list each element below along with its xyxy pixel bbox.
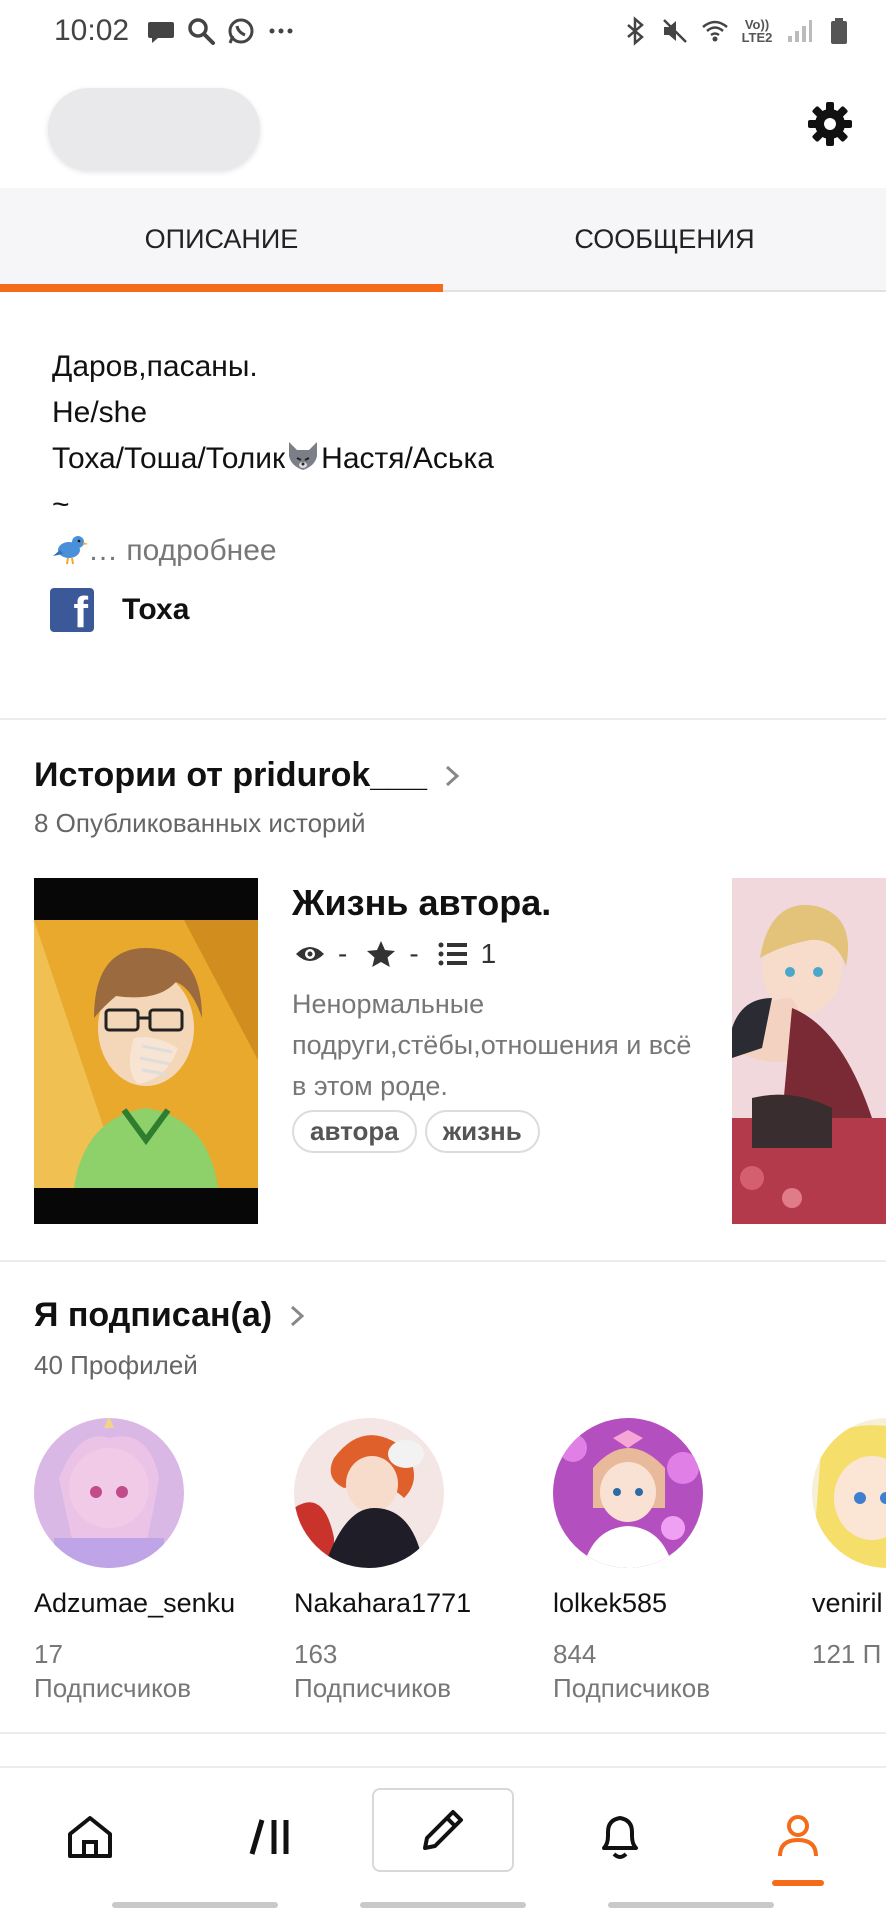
status-bar: 10:02 Vo)) LTE2 [0,0,886,70]
bell-icon [602,1816,638,1859]
description-line: He/she [52,396,148,429]
profile-card[interactable]: lolkek585 844 Подписчиков [553,1418,773,1705]
facebook-name: Тоха [122,593,190,626]
tab-messages[interactable]: СООБЩЕНИЯ [443,188,886,290]
status-icons-right: Vo)) LTE2 [620,16,854,46]
description-more-row[interactable]: … подробнее [52,528,852,574]
profile-tabs: ОПИСАНИЕ СООБЩЕНИЯ [0,188,886,292]
profile-followers-count: 121 П [812,1639,882,1669]
following-title: Я подписан(а) [34,1296,273,1334]
profile-icon [778,1815,818,1857]
description-line: Тоха/Тоша/Толик Настя/Аська [52,436,852,482]
story-rating-value: - [409,938,419,969]
profile-name[interactable]: Nakahara1771 [294,1588,514,1619]
chevron-right-icon [445,765,460,786]
avatar[interactable] [294,1418,444,1568]
stories-title: Истории от pridurok___ [34,756,427,794]
following-subtitle: 40 Профилей [34,1350,198,1380]
gesture-bar [112,1902,278,1908]
profile-card[interactable]: veniril 121 П [812,1418,886,1671]
network-label: Vo)) LTE2 [741,17,773,45]
gesture-bar [608,1902,774,1908]
nav-home[interactable] [60,1806,120,1866]
profile-followers-count: 17 [34,1639,63,1669]
story-tag[interactable]: автора [292,1110,417,1153]
story-chapters-value: 1 [480,938,497,969]
wifi-icon [700,16,730,46]
description-line: Даров,пасаны. [52,350,258,383]
library-icon [249,1819,289,1855]
description-line: ~ [52,488,70,521]
gear-icon [808,102,852,146]
divider [0,1260,886,1262]
story-title[interactable]: Жизнь автора. [292,882,551,924]
battery-icon [824,16,854,46]
gesture-bar [360,1902,526,1908]
description-text: Тоха/Тоша/Толик [52,442,286,475]
profile-followers-label: Подписчиков [294,1673,452,1703]
profile-name[interactable]: Adzumae_senku [34,1588,254,1619]
signal-icon [784,16,814,46]
description-text: Настя/Аська [321,442,494,475]
profile-name[interactable]: veniril [812,1588,886,1619]
profile-followers-label: Подписчиков [34,1673,192,1703]
facebook-icon: f [50,588,94,632]
read-more-link[interactable]: … подробнее [88,534,277,567]
stories-subtitle: 8 Опубликованных историй [34,808,366,838]
home-icon [68,1816,112,1858]
profile-name-pill[interactable] [48,88,260,170]
status-icons-left [146,16,296,46]
pencil-icon [423,1810,463,1850]
avatar[interactable] [553,1418,703,1568]
story-description: Ненормальные подруги,стёбы,отношения и в… [292,989,692,1101]
profile-card[interactable]: Nakahara1771 163 Подписчиков [294,1418,514,1705]
star-icon [367,941,396,967]
tab-description[interactable]: ОПИСАНИЕ [0,188,443,292]
story-tags: автора жизнь [292,1110,540,1153]
nav-notifications[interactable] [590,1806,650,1866]
story-views: - [294,938,347,970]
facebook-link[interactable]: f Тоха [50,588,189,632]
divider [0,718,886,720]
list-icon [438,942,467,966]
mute-icon [660,16,690,46]
profile-description: Даров,пасаны. He/she Тоха/Тоша/Толик Наст… [52,344,852,574]
search-icon [186,16,216,46]
stories-header[interactable]: Истории от pridurok___ [34,756,463,795]
eye-icon [296,947,324,961]
bottom-navigation [0,1766,886,1920]
avatar[interactable] [812,1418,886,1568]
wolf-emoji-icon [289,442,318,470]
profile-header [0,70,886,188]
status-time: 10:02 [54,14,130,47]
more-icon [266,16,296,46]
story-rating: - [365,938,419,970]
story-cover-image[interactable] [34,878,258,1224]
story-cover-image-2[interactable] [732,878,886,1224]
bird-emoji-icon [53,536,88,565]
profile-followers-label: Подписчиков [553,1673,711,1703]
nav-profile[interactable] [768,1806,828,1866]
divider [0,1732,886,1734]
profile-followers-count: 844 [553,1639,597,1669]
chevron-right-icon [291,1305,305,1326]
nav-write-button[interactable] [372,1788,514,1872]
avatar[interactable] [34,1418,184,1568]
nav-active-indicator [772,1880,824,1886]
story-tag[interactable]: жизнь [424,1110,540,1153]
story-chapters: 1 [437,938,497,970]
message-icon [146,16,176,46]
story-meta: - - 1 [294,938,496,970]
whatsapp-icon [226,16,256,46]
settings-button[interactable] [806,100,854,148]
profile-followers-count: 163 [294,1639,338,1669]
following-header[interactable]: Я подписан(а) [34,1296,308,1335]
profile-card[interactable]: Adzumae_senku 17 Подписчиков [34,1418,254,1705]
profile-name[interactable]: lolkek585 [553,1588,773,1619]
bluetooth-icon [620,16,650,46]
story-views-value: - [338,938,348,969]
nav-library[interactable] [240,1806,300,1866]
